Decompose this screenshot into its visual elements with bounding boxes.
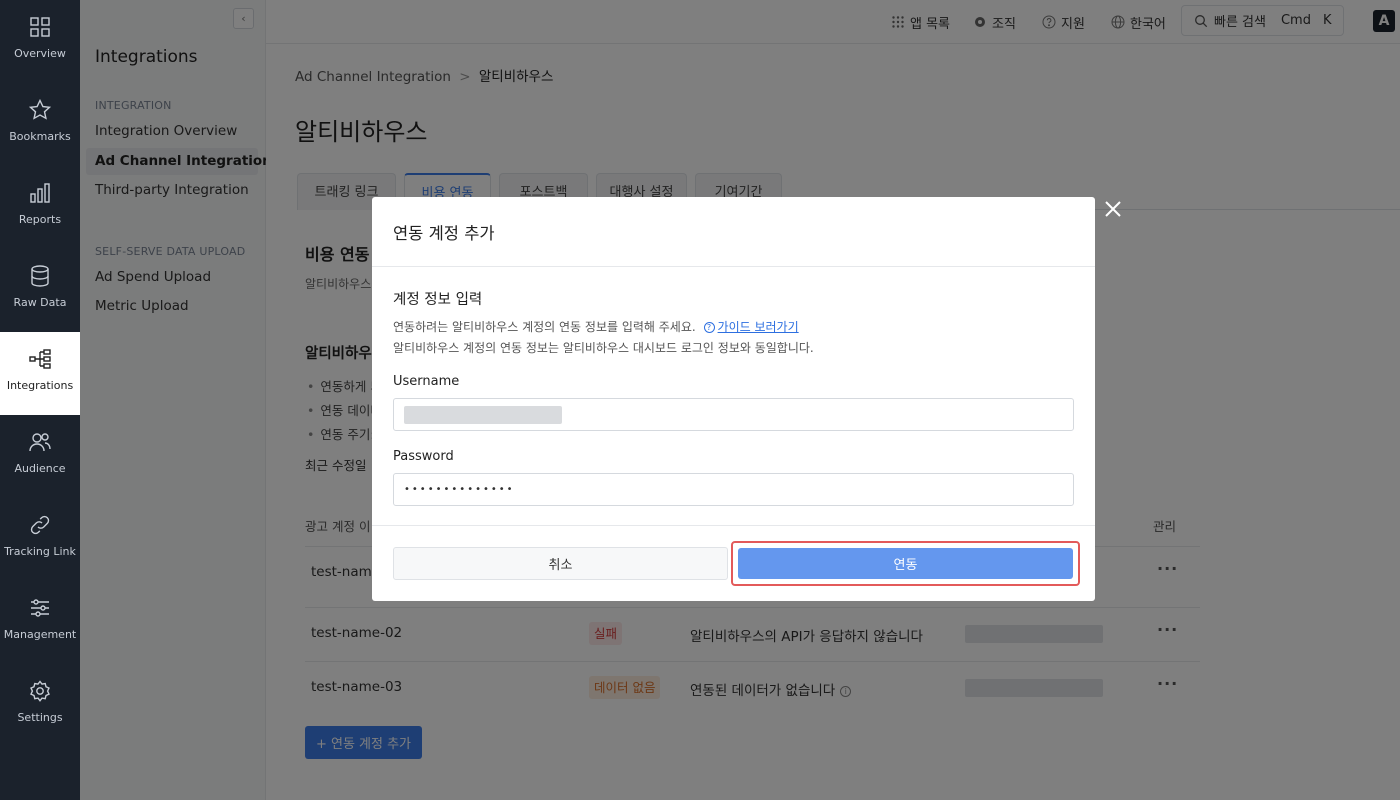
rail-item-settings[interactable]: Settings [0,664,80,747]
modal-title: 연동 계정 추가 [372,197,1095,267]
rail-item-overview[interactable]: Overview [0,0,80,83]
rail-item-integrations[interactable]: Integrations [0,332,80,415]
rail-label: Audience [14,462,66,475]
rail-item-tracking-link[interactable]: Tracking Link [0,498,80,581]
sliders-icon [31,599,49,617]
rail-item-audience[interactable]: Audience [0,415,80,498]
password-input[interactable]: •••••••••••••• [393,473,1074,506]
modal-footer: 취소 연동 [372,525,1095,601]
password-value: •••••••••••••• [404,484,515,495]
modal-description: 연동하려는 알티비하우스 계정의 연동 정보를 입력해 주세요. ? 가이드 보러… [393,318,799,335]
bar-chart-icon [30,183,50,203]
username-input[interactable] [393,398,1074,431]
connect-button[interactable]: 연동 [738,548,1073,579]
star-icon [28,98,52,120]
rail-item-bookmarks[interactable]: Bookmarks [0,83,80,166]
rail-label: Raw Data [13,296,67,309]
rail-label: Overview [14,47,66,60]
audience-icon [29,433,51,452]
database-icon [31,265,49,287]
guide-link[interactable]: ? 가이드 보러가기 [703,320,799,334]
integrations-icon [29,349,51,369]
rail-label: Settings [17,711,63,724]
rail-item-management[interactable]: Management [0,581,80,664]
modal-description-2: 알티비하우스 계정의 연동 정보는 알티비하우스 대시보드 로그인 정보와 동일… [393,341,814,355]
nav-rail: Overview Bookmarks Reports Raw Data Inte… [0,0,80,800]
username-label: Username [393,374,460,389]
add-account-modal: 연동 계정 추가 계정 정보 입력 연동하려는 알티비하우스 계정의 연동 정보… [372,197,1095,601]
link-icon [30,515,50,535]
guide-link-text: 가이드 보러가기 [717,320,799,334]
password-label: Password [393,449,454,464]
help-icon: ? [703,322,715,333]
rail-label: Management [3,628,77,641]
rail-item-raw-data[interactable]: Raw Data [0,249,80,332]
rail-label: Bookmarks [9,130,71,143]
modal-subtitle: 계정 정보 입력 [393,292,483,308]
grid-icon [30,17,50,37]
rail-label: Integrations [6,379,74,392]
redacted-username [404,405,562,424]
rail-label: Reports [18,213,62,226]
close-icon[interactable] [1102,198,1124,220]
cancel-button[interactable]: 취소 [393,547,728,580]
rail-item-reports[interactable]: Reports [0,166,80,249]
modal-description-text: 연동하려는 알티비하우스 계정의 연동 정보를 입력해 주세요. [393,320,696,334]
gear-icon [30,680,50,702]
rail-label: Tracking Link [4,545,76,558]
